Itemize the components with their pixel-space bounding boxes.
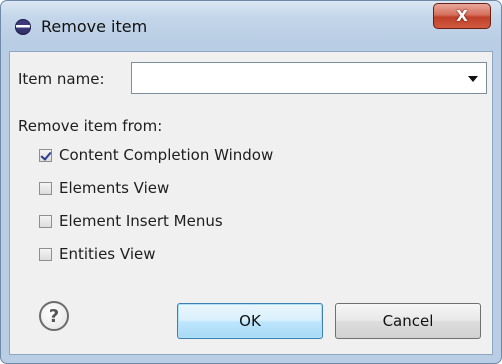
checkbox[interactable] bbox=[39, 181, 52, 195]
option-element-insert-menus[interactable]: Element Insert Menus bbox=[39, 211, 223, 231]
option-elements-view[interactable]: Elements View bbox=[39, 178, 169, 198]
option-content-completion-window[interactable]: Content Completion Window bbox=[39, 145, 273, 165]
app-icon bbox=[15, 19, 31, 35]
checkbox[interactable] bbox=[39, 214, 52, 228]
checkbox[interactable] bbox=[39, 247, 52, 261]
ok-button[interactable]: OK bbox=[177, 303, 323, 339]
remove-item-dialog: Remove item X Item name: Remove item fro… bbox=[0, 0, 502, 364]
remove-from-label: Remove item from: bbox=[18, 117, 163, 135]
title-bar[interactable]: Remove item X bbox=[1, 1, 501, 47]
item-name-label: Item name: bbox=[18, 70, 105, 88]
option-label: Elements View bbox=[59, 179, 170, 197]
ok-label: OK bbox=[239, 312, 261, 330]
checkbox[interactable] bbox=[39, 148, 52, 162]
cancel-label: Cancel bbox=[382, 312, 434, 330]
dialog-title: Remove item bbox=[41, 17, 148, 36]
item-name-combobox[interactable] bbox=[131, 62, 487, 94]
close-button[interactable]: X bbox=[433, 3, 491, 29]
help-glyph: ? bbox=[48, 305, 60, 327]
dropdown-arrow-icon[interactable] bbox=[468, 76, 478, 82]
option-label: Content Completion Window bbox=[59, 146, 274, 164]
cancel-button[interactable]: Cancel bbox=[335, 303, 481, 339]
option-entities-view[interactable]: Entities View bbox=[39, 244, 156, 264]
option-label: Element Insert Menus bbox=[59, 212, 223, 230]
close-icon: X bbox=[456, 7, 468, 25]
option-label: Entities View bbox=[59, 245, 156, 263]
help-icon[interactable]: ? bbox=[39, 301, 69, 331]
